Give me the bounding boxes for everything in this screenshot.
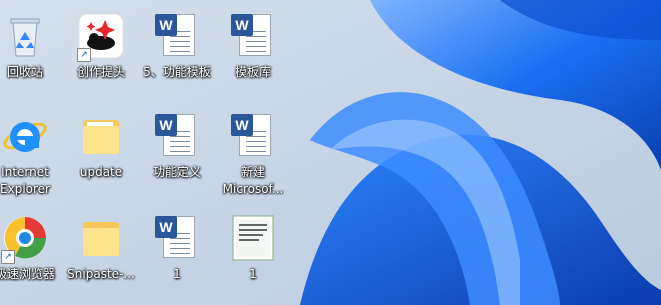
- folder-icon: [77, 112, 125, 160]
- desktop-icon-app-shortcut[interactable]: ↗ 创作提头: [62, 8, 140, 100]
- desktop-icon-folder[interactable]: Snipaste-...: [62, 210, 140, 302]
- word-doc-icon: W: [153, 112, 201, 160]
- shortcut-arrow-icon: ↗: [77, 48, 91, 62]
- folder-icon: [77, 214, 125, 262]
- desktop-icon-image-file[interactable]: 1: [214, 210, 292, 302]
- word-doc-icon: W: [229, 112, 277, 160]
- desktop-icon-label: 1: [173, 267, 181, 281]
- desktop-icon-word-doc[interactable]: W 模板库: [214, 8, 292, 100]
- desktop-icon-label: 新建 Microsof...: [222, 165, 284, 196]
- desktop-icon-label: 1: [249, 267, 257, 281]
- desktop-icon-label: 5、功能模板: [143, 65, 211, 79]
- desktop-icon-label: Internet Explorer: [0, 165, 50, 196]
- desktop-icon-internet-explorer[interactable]: Internet Explorer: [0, 108, 64, 200]
- desktop-icon-word-doc[interactable]: W 功能定义: [138, 108, 216, 200]
- word-doc-icon: W: [153, 214, 201, 262]
- desktop-icon-label: 创作提头: [76, 65, 125, 79]
- desktop-icon-label: 功能定义: [152, 165, 201, 179]
- app-shortcut-icon: ↗: [77, 12, 125, 62]
- internet-explorer-icon: [1, 112, 49, 160]
- desktop-icon-word-doc[interactable]: W 1: [138, 210, 216, 302]
- recycle-bin-icon: [1, 12, 49, 60]
- desktop-icon-label: update: [79, 165, 123, 179]
- shortcut-arrow-icon: ↗: [1, 250, 15, 264]
- word-doc-icon: W: [229, 12, 277, 60]
- desktop-icon-label: Snipaste-...: [67, 267, 135, 281]
- browser-icon: ↗: [1, 214, 49, 264]
- image-file-icon: [229, 214, 277, 262]
- desktop-icon-recycle-bin[interactable]: 回收站: [0, 8, 64, 100]
- word-doc-icon: W: [153, 12, 201, 60]
- desktop-icon-label: 极速浏览器: [0, 267, 55, 281]
- desktop-icon-word-doc[interactable]: W 新建 Microsof...: [214, 108, 292, 200]
- desktop-icon-label: 回收站: [6, 65, 43, 79]
- desktop-icon-label: 模板库: [234, 65, 271, 79]
- desktop-icon-browser[interactable]: ↗ 极速浏览器: [0, 210, 64, 302]
- desktop-icon-folder[interactable]: update: [62, 108, 140, 200]
- desktop-icon-word-doc[interactable]: W 5、功能模板: [138, 8, 216, 100]
